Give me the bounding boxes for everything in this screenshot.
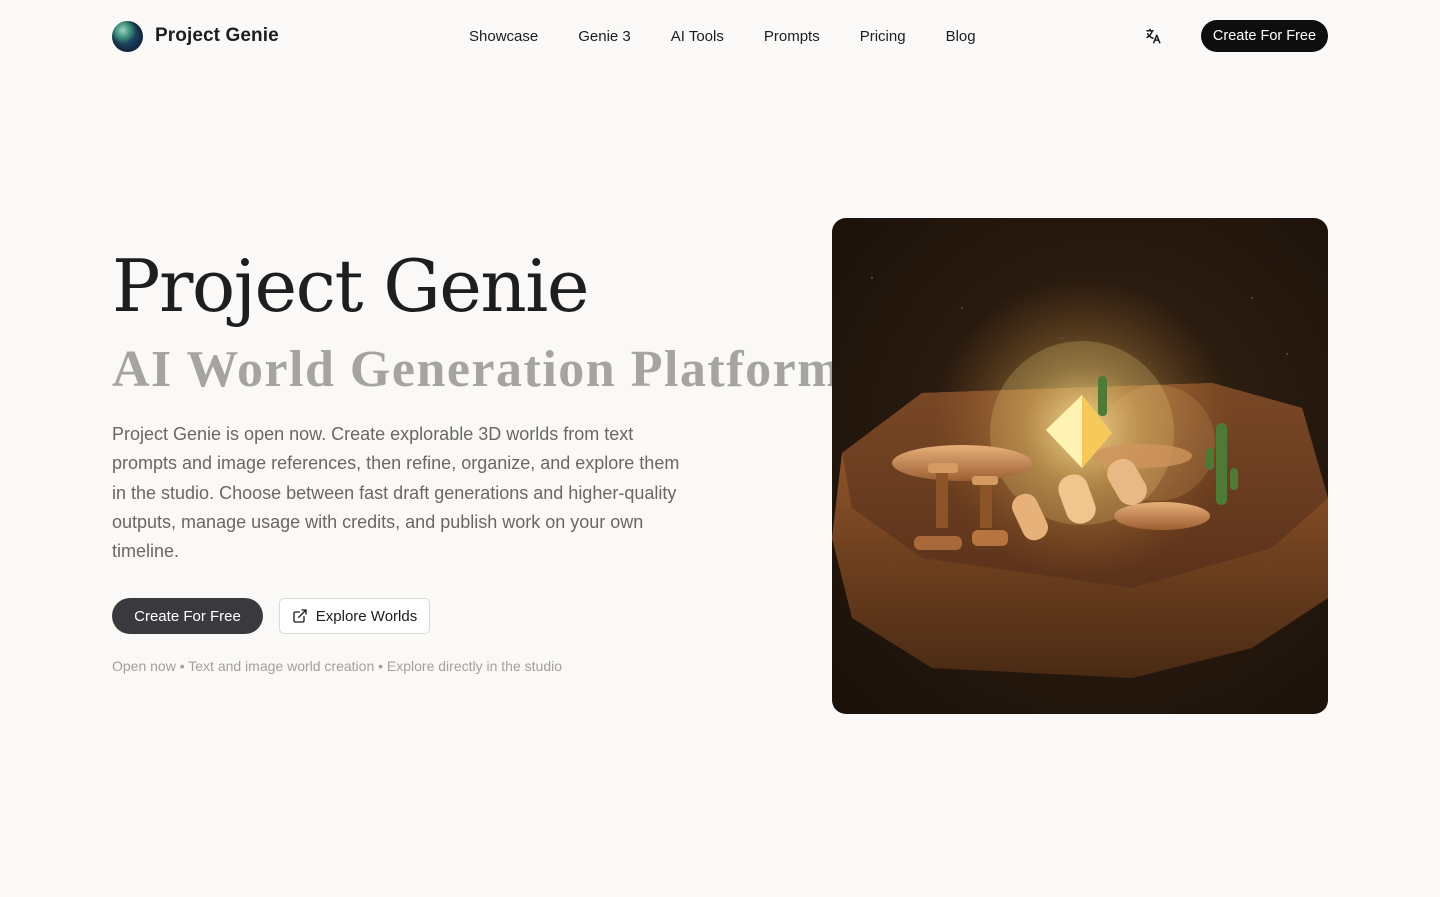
language-switcher-button[interactable] (1142, 24, 1164, 48)
create-for-free-header-button[interactable]: Create For Free (1201, 20, 1328, 52)
explore-worlds-label: Explore Worlds (315, 607, 418, 625)
globe-logo-icon (112, 20, 143, 52)
hero-tagline: Open now • Text and image world creation… (112, 658, 563, 674)
site-header: Project Genie Showcase Genie 3 AI Tools … (0, 0, 1440, 72)
nav-item-showcase[interactable]: Showcase (469, 28, 538, 45)
hero-world-preview[interactable] (832, 218, 1328, 714)
nav-item-genie-3[interactable]: Genie 3 (578, 28, 631, 45)
main-nav: Showcase Genie 3 AI Tools Prompts Pricin… (469, 24, 976, 48)
nav-item-blog[interactable]: Blog (946, 28, 976, 45)
brand-name: Project Genie (155, 25, 279, 46)
brand-link[interactable]: Project Genie (112, 20, 279, 52)
translate-icon (1146, 28, 1161, 44)
nav-item-ai-tools[interactable]: AI Tools (671, 28, 724, 45)
hero-subtitle: AI World Generation Platform (112, 341, 842, 398)
page: Project Genie Showcase Genie 3 AI Tools … (0, 0, 1440, 897)
world-scene-illustration (832, 277, 1328, 678)
external-link-icon (293, 609, 307, 623)
hero-title: Project Genie (112, 244, 589, 328)
explore-worlds-button[interactable]: Explore Worlds (279, 598, 430, 634)
nav-item-prompts[interactable]: Prompts (764, 28, 820, 45)
create-for-free-label: Create For Free (134, 607, 241, 625)
create-for-free-button[interactable]: Create For Free (112, 598, 263, 634)
nav-item-pricing[interactable]: Pricing (860, 28, 906, 45)
hero-description: Project Genie is open now. Create explor… (112, 424, 680, 562)
